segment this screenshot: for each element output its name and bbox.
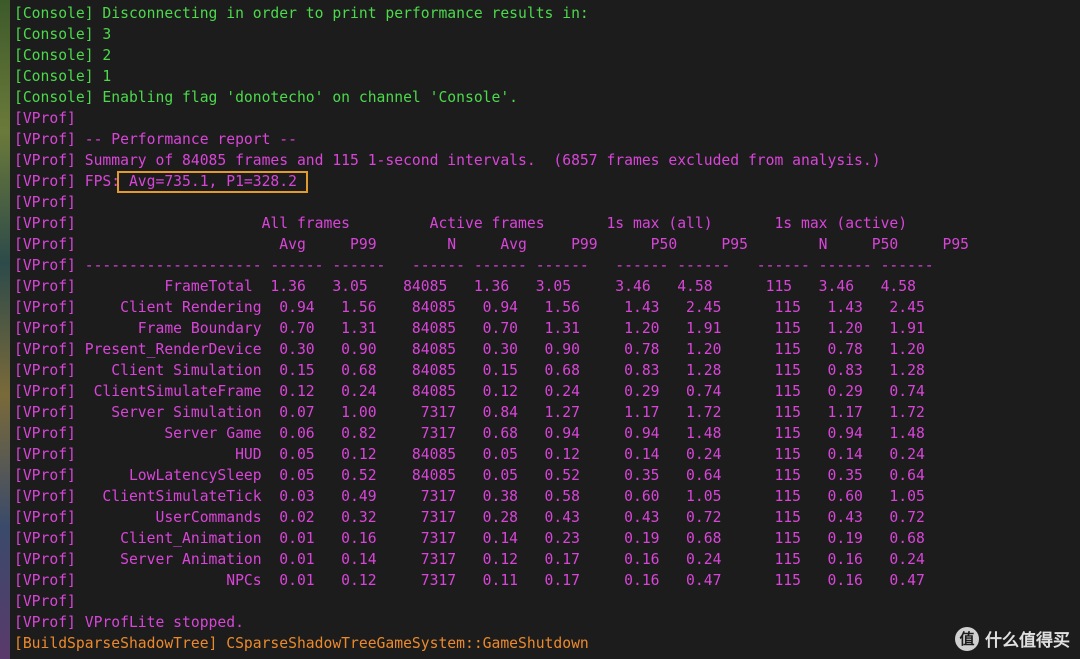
- console-line-vprof: [VProf] -- Performance report --: [14, 131, 297, 148]
- console-line-vprof: [VProf] Client Simulation 0.15 0.68 8408…: [14, 362, 925, 379]
- console-output[interactable]: [Console] Disconnecting in order to prin…: [14, 3, 969, 654]
- console-line-vprof: [VProf] Summary of 84085 frames and 115 …: [14, 152, 881, 169]
- console-line-console: [Console] Disconnecting in order to prin…: [14, 5, 589, 22]
- console-line-console: [Console] 3: [14, 26, 112, 43]
- console-line-console: [Console] 2: [14, 47, 112, 64]
- console-line-vprof: [VProf] ClientSimulateFrame 0.12 0.24 84…: [14, 383, 925, 400]
- console-line-vprof: [VProf] NPCs 0.01 0.12 7317 0.11 0.17 0.…: [14, 572, 925, 589]
- console-line-vprof: [VProf] HUD 0.05 0.12 84085 0.05 0.12 0.…: [14, 446, 925, 463]
- console-line-console: [Console] 1: [14, 68, 112, 85]
- console-line-vprof: [VProf] VProfLite stopped.: [14, 614, 244, 631]
- background-window-strip: [0, 0, 10, 659]
- terminal-screen: [Console] Disconnecting in order to prin…: [0, 0, 1080, 659]
- console-line-vprof: [VProf] ClientSimulateTick 0.03 0.49 731…: [14, 488, 925, 505]
- console-line-console: [Console] Enabling flag 'donotecho' on c…: [14, 89, 519, 106]
- console-line-vprof: [VProf] Client_Animation 0.01 0.16 7317 …: [14, 530, 925, 547]
- console-line-vprof: [VProf] UserCommands 0.02 0.32 7317 0.28…: [14, 509, 925, 526]
- watermark: 值 什么值得买: [955, 626, 1070, 651]
- console-line-vprof: [VProf] Server Game 0.06 0.82 7317 0.68 …: [14, 425, 925, 442]
- console-line-build: [BuildSparseShadowTree] CSparseShadowTre…: [14, 635, 589, 652]
- watermark-logo-icon: 值: [955, 626, 979, 651]
- console-line-vprof: [VProf]: [14, 593, 76, 610]
- console-line-vprof: [VProf] Avg P99 N Avg P99 P50 P95 N P50 …: [14, 236, 970, 253]
- watermark-text: 什么值得买: [985, 631, 1070, 651]
- console-line-vprof: [VProf] Server Animation 0.01 0.14 7317 …: [14, 551, 925, 568]
- console-line-vprof: [VProf] All frames Active frames 1s max …: [14, 215, 908, 232]
- console-line-vprof: [VProf] LowLatencySleep 0.05 0.52 84085 …: [14, 467, 925, 484]
- console-line-vprof: [VProf]: [14, 110, 76, 127]
- console-line-vprof: [VProf] Client Rendering 0.94 1.56 84085…: [14, 299, 925, 316]
- console-line-vprof: [VProf]: [14, 194, 76, 211]
- console-line-vprof: [VProf] -------------------- ------ ----…: [14, 257, 934, 274]
- console-line-vprof: [VProf] FrameTotal 1.36 3.05 84085 1.36 …: [14, 278, 916, 295]
- console-line-vprof: [VProf] Present_RenderDevice 0.30 0.90 8…: [14, 341, 925, 358]
- console-line-vprof: [VProf] Server Simulation 0.07 1.00 7317…: [14, 404, 925, 421]
- fps-highlight-box: [117, 171, 308, 193]
- console-line-vprof: [VProf] Frame Boundary 0.70 1.31 84085 0…: [14, 320, 925, 337]
